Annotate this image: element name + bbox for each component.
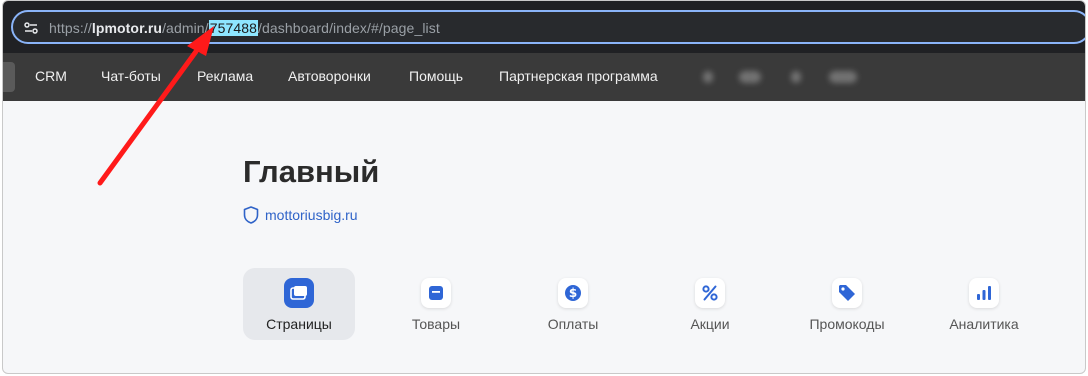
bar-chart-icon xyxy=(969,278,999,308)
nav-item-help[interactable]: Помощь xyxy=(409,68,463,84)
tab-payments[interactable]: $ Оплаты xyxy=(517,268,629,340)
tab-label: Страницы xyxy=(266,316,332,332)
tab-pages[interactable]: Страницы xyxy=(243,268,355,340)
products-icon xyxy=(421,278,451,308)
url-highlighted-id: 757488 xyxy=(208,20,259,36)
tab-label: Оплаты xyxy=(547,316,599,332)
site-domain-link[interactable]: mottoriusbig.ru xyxy=(243,206,358,224)
url-text[interactable]: https://lpmotor.ru/admin/757488/dashboar… xyxy=(49,20,440,36)
top-navigation: CRM Чат-боты Реклама Автоворонки Помощь … xyxy=(3,53,1085,101)
browser-toolbar: https://lpmotor.ru/admin/757488/dashboar… xyxy=(3,1,1085,53)
pages-icon xyxy=(284,278,314,308)
percent-icon xyxy=(695,278,725,308)
url-domain: lpmotor.ru xyxy=(91,20,163,36)
url-path-before: /admin/ xyxy=(162,20,209,36)
tab-label: Аналитика xyxy=(949,316,1019,332)
url-prefix: https:// xyxy=(49,20,92,36)
nav-item-autofunnels[interactable]: Автоворонки xyxy=(288,68,371,84)
tab-analytics[interactable]: Аналитика xyxy=(928,268,1040,340)
nav-item-chatbots[interactable]: Чат-боты xyxy=(101,68,161,84)
nav-item-ads[interactable]: Реклама xyxy=(197,68,253,84)
browser-window: https://lpmotor.ru/admin/757488/dashboar… xyxy=(2,0,1086,374)
blurred-nav-item xyxy=(739,71,761,83)
tab-promotions[interactable]: Акции xyxy=(654,268,766,340)
site-settings-icon[interactable] xyxy=(23,20,39,36)
blurred-nav-item xyxy=(703,71,713,83)
tab-promocodes[interactable]: Промокоды xyxy=(791,268,903,340)
url-path-after: /dashboard/index/#/page_list xyxy=(258,20,440,36)
blurred-nav-item xyxy=(829,71,857,83)
nav-menu-stub[interactable] xyxy=(3,62,15,92)
nav-item-crm[interactable]: CRM xyxy=(35,68,67,84)
dollar-icon: $ xyxy=(558,278,588,308)
page-title: Главный xyxy=(243,154,380,189)
svg-text:$: $ xyxy=(569,286,577,300)
address-bar[interactable]: https://lpmotor.ru/admin/757488/dashboar… xyxy=(11,10,1085,44)
shield-icon xyxy=(243,206,259,224)
tab-label: Акции xyxy=(690,316,730,332)
blurred-nav-item xyxy=(791,71,801,83)
tab-label: Товары xyxy=(411,316,461,332)
tab-label: Промокоды xyxy=(809,316,885,332)
tag-icon xyxy=(832,278,862,308)
tab-products[interactable]: Товары xyxy=(380,268,492,340)
nav-item-partner-program[interactable]: Партнерская программа xyxy=(499,68,658,84)
site-domain-text: mottoriusbig.ru xyxy=(265,207,358,223)
